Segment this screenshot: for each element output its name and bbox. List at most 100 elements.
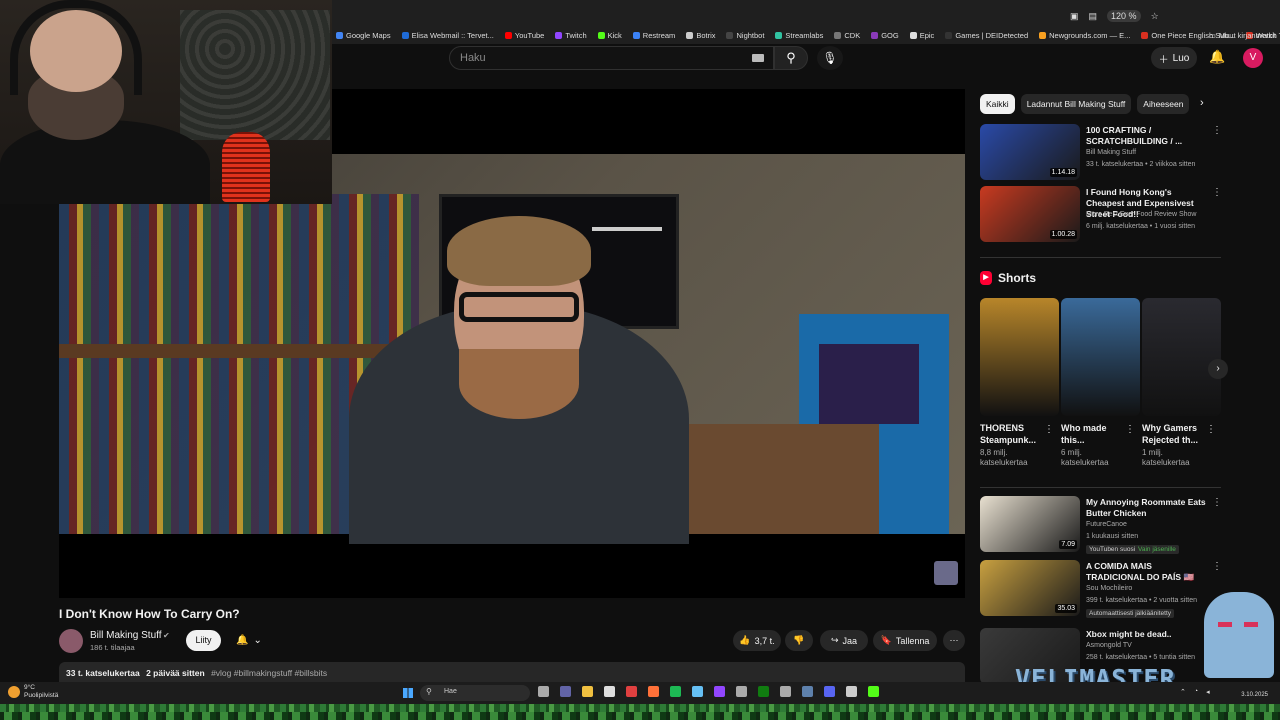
volume-icon[interactable]: ◂ — [1206, 688, 1210, 696]
channel-watermark[interactable] — [934, 561, 958, 585]
recommendation-title[interactable]: A COMIDA MAIS TRADICIONAL DO PAÍS 🇺🇸 — [1086, 561, 1211, 583]
short-item[interactable]: Who made this... 6 milj. katselukertaa ⋮ — [1061, 298, 1140, 468]
save-button[interactable]: 🔖 Tallenna — [873, 630, 937, 651]
weather-widget[interactable]: 9°C Puolipilvistä — [8, 684, 58, 699]
description-box[interactable]: 33 t. katselukertaa 2 päivää sitten #vlo… — [59, 662, 965, 684]
more-actions-button[interactable]: ⋯ — [943, 630, 965, 651]
bookmark-item[interactable]: Botrix — [686, 31, 715, 40]
more-options-icon[interactable]: ⋮ — [1212, 187, 1222, 198]
taskbar-app-icon[interactable] — [736, 686, 747, 697]
taskbar-app-icon[interactable] — [538, 686, 549, 697]
recommendation-channel[interactable]: FutureCanoe — [1086, 521, 1127, 528]
taskbar-app-icon[interactable] — [626, 686, 637, 697]
hashtags[interactable]: #vlog #billmakingstuff #billsbits — [211, 668, 327, 678]
wifi-icon[interactable]: ◔ — [1194, 688, 1198, 696]
recommendation-title[interactable]: My Annoying Roommate Eats Butter Chicken — [1086, 497, 1211, 519]
chevron-right-icon[interactable]: › — [1200, 97, 1204, 109]
recommendation-item[interactable]: 7.09 My Annoying Roommate Eats Butter Chi… — [980, 496, 1222, 554]
short-title[interactable]: THORENS Steampunk... — [980, 422, 1042, 446]
recommendation-channel[interactable]: More Best Ever Food Review Show — [1086, 211, 1197, 218]
taskbar-app-icon[interactable] — [714, 686, 725, 697]
account-avatar[interactable]: V — [1243, 48, 1263, 68]
taskbar-app-icon[interactable] — [692, 686, 703, 697]
bookmark-item[interactable]: CDK — [834, 31, 860, 40]
bookmark-item[interactable]: YouTube — [504, 31, 544, 40]
filter-chip[interactable]: Aiheeseen — [1137, 94, 1190, 114]
recommendation-channel[interactable]: Bill Making Stuff — [1086, 149, 1136, 156]
short-thumbnail[interactable] — [1061, 298, 1140, 416]
channel-name[interactable]: Bill Making Stuff — [90, 630, 162, 641]
bookmark-item[interactable]: Elisa Webmail :: Tervet... — [401, 31, 494, 40]
bookmark-item[interactable]: Kick — [597, 31, 622, 40]
taskbar-app-icon[interactable] — [758, 686, 769, 697]
bookmark-item[interactable]: Epic — [909, 31, 934, 40]
channel-avatar[interactable] — [59, 629, 83, 653]
keyboard-icon[interactable] — [752, 54, 764, 62]
short-title[interactable]: Who made this... — [1061, 422, 1123, 446]
filter-chip[interactable]: Kaikki — [980, 94, 1015, 114]
more-options-icon[interactable]: ⋮ — [1044, 424, 1054, 435]
taskbar-app-icon[interactable] — [582, 686, 593, 697]
bookmark-item[interactable]: GOG — [871, 31, 899, 40]
more-options-icon[interactable]: ⋮ — [1212, 125, 1222, 136]
recommendation-title[interactable]: 100 CRAFTING / SCRATCHBUILDING / ... — [1086, 125, 1211, 147]
chevron-up-icon[interactable]: ⌃ — [1180, 688, 1186, 696]
bookmarks-bar: Google Maps Elisa Webmail :: Tervet... You… — [336, 28, 1280, 42]
search-input[interactable]: Haku — [449, 46, 774, 70]
clock[interactable]: 3.10.2025 — [1232, 692, 1268, 699]
extensions-icon[interactable]: ▣ — [1070, 11, 1079, 22]
dislike-button[interactable]: 👎 — [785, 630, 813, 651]
subscription-bell-button[interactable]: 🔔 ⌄ — [228, 630, 270, 651]
recommendation-channel[interactable]: Sou Mochileiro — [1086, 585, 1132, 592]
taskbar-app-icon[interactable] — [802, 686, 813, 697]
zoom-level[interactable]: 120 % — [1107, 10, 1141, 22]
windows-start-icon[interactable] — [403, 688, 413, 698]
share-button[interactable]: ↪ Jaa — [820, 630, 868, 651]
taskbar-app-icon[interactable] — [560, 686, 571, 697]
like-button[interactable]: 👍 3,7 t. — [733, 630, 781, 651]
video-thumbnail[interactable]: 1.00.28 — [980, 186, 1080, 242]
video-thumbnail[interactable]: 7.09 — [980, 496, 1080, 552]
bookmark-item[interactable]: Games | DEIDetected — [945, 31, 1028, 40]
more-options-icon[interactable]: ⋮ — [1125, 424, 1135, 435]
recommendation-item[interactable]: 1.14.18 100 CRAFTING / SCRATCHBUILDING / … — [980, 124, 1222, 180]
recommendation-item[interactable]: 1.00.28 I Found Hong Kong's Cheapest and … — [980, 186, 1222, 242]
bookmark-item[interactable]: Twitch — [555, 31, 587, 40]
recommendation-title[interactable]: Xbox might be dead.. — [1086, 629, 1211, 640]
short-thumbnail[interactable] — [1142, 298, 1221, 416]
more-options-icon[interactable]: ⋮ — [1212, 561, 1222, 572]
search-button[interactable]: ⚲ — [774, 46, 808, 70]
bookmark-item[interactable]: Restream — [632, 31, 675, 40]
bookmark-item[interactable]: Google Maps — [336, 31, 391, 40]
taskbar-search-input[interactable]: Hae — [420, 685, 530, 701]
filter-chip[interactable]: Ladannut Bill Making Stuff — [1020, 94, 1132, 114]
taskbar-app-icon[interactable] — [670, 686, 681, 697]
short-thumbnail[interactable] — [980, 298, 1059, 416]
recommendation-item[interactable]: 35.03 A COMIDA MAIS TRADICIONAL DO PAÍS 🇺… — [980, 560, 1222, 618]
taskbar-app-icon[interactable] — [824, 686, 835, 697]
video-thumbnail[interactable]: 35.03 — [980, 560, 1080, 616]
create-button[interactable]: ＋ Luo — [1151, 47, 1197, 69]
short-title[interactable]: Why Gamers Rejected th... — [1142, 422, 1204, 446]
taskbar-app-icon[interactable] — [604, 686, 615, 697]
taskbar-app-icon[interactable] — [846, 686, 857, 697]
short-item[interactable]: THORENS Steampunk... 8,8 milj. katseluker… — [980, 298, 1059, 468]
reader-icon[interactable]: ▤ — [1089, 11, 1098, 22]
video-thumbnail[interactable]: 1.14.18 — [980, 124, 1080, 180]
more-options-icon[interactable]: ⋮ — [1206, 424, 1216, 435]
bookmark-item[interactable]: Newgrounds.com — E... — [1039, 31, 1130, 40]
join-button[interactable]: Liity — [186, 630, 221, 651]
notifications-bell-icon[interactable]: 🔔 — [1209, 49, 1225, 65]
shorts-next-button[interactable]: › — [1208, 359, 1228, 379]
bookmark-star-icon[interactable]: ☆ — [1151, 11, 1159, 22]
taskbar-app-icon[interactable] — [780, 686, 791, 697]
more-options-icon[interactable]: ⋮ — [1212, 497, 1222, 508]
recommendation-channel[interactable]: Asmongold TV — [1086, 642, 1132, 649]
bookmarks-other[interactable]: ▭ Muut kirjanmerkit — [1209, 31, 1276, 40]
voice-search-button[interactable]: 🎙 — [817, 46, 843, 70]
taskbar-app-icon[interactable] — [868, 686, 879, 697]
taskbar-app-icon[interactable] — [648, 686, 659, 697]
bookmark-item[interactable]: Streamlabs — [775, 31, 823, 40]
bookmark-item[interactable]: Nightbot — [726, 31, 764, 40]
short-item[interactable]: Why Gamers Rejected th... 1 milj. katselu… — [1142, 298, 1221, 468]
